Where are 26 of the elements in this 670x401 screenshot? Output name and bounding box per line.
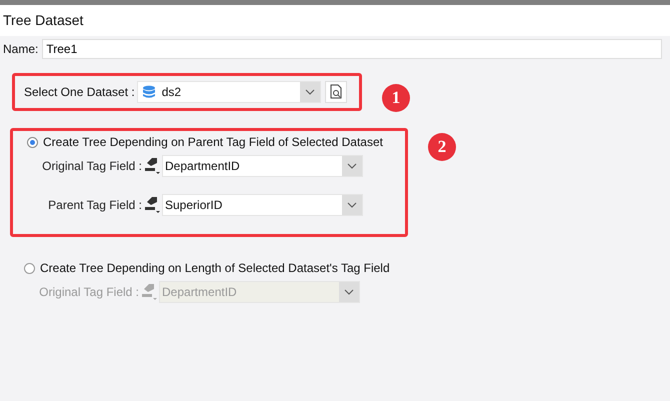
- field-label: Original Tag Field :: [41, 159, 142, 173]
- window-title: Tree Dataset: [0, 5, 670, 36]
- field-type-icon: [143, 196, 161, 214]
- caret-icon: [344, 289, 354, 295]
- document-search-icon: [330, 84, 342, 99]
- field-label: Parent Tag Field :: [47, 198, 142, 212]
- name-field[interactable]: Tree1: [42, 39, 662, 59]
- dataset-dropdown[interactable]: ds2: [136, 80, 321, 102]
- preview-button[interactable]: [324, 80, 347, 102]
- radio-label[interactable]: Create Tree Depending on Length of Selected Dataset's Tag Field: [40, 261, 390, 275]
- field-type-icon: [143, 157, 161, 175]
- dataset-label: Select One Dataset :: [24, 84, 135, 98]
- field-label: Original Tag Field :: [38, 285, 139, 299]
- caret-icon: [347, 202, 357, 208]
- field-type-icon: [140, 283, 158, 301]
- radio-button[interactable]: [24, 262, 35, 274]
- caret-icon: [347, 163, 357, 169]
- field-dropdown[interactable]: DepartmentID: [162, 155, 363, 177]
- step-badge: 2: [428, 133, 456, 161]
- caret-icon: [304, 88, 315, 94]
- step-badge: 1: [382, 84, 410, 112]
- database-icon: [142, 84, 156, 98]
- field-dropdown[interactable]: SuperiorID: [162, 194, 363, 216]
- radio-button[interactable]: [27, 136, 38, 148]
- radio-label[interactable]: Create Tree Depending on Parent Tag Field of Selected Dataset: [43, 135, 383, 149]
- name-label: Name:: [3, 42, 38, 56]
